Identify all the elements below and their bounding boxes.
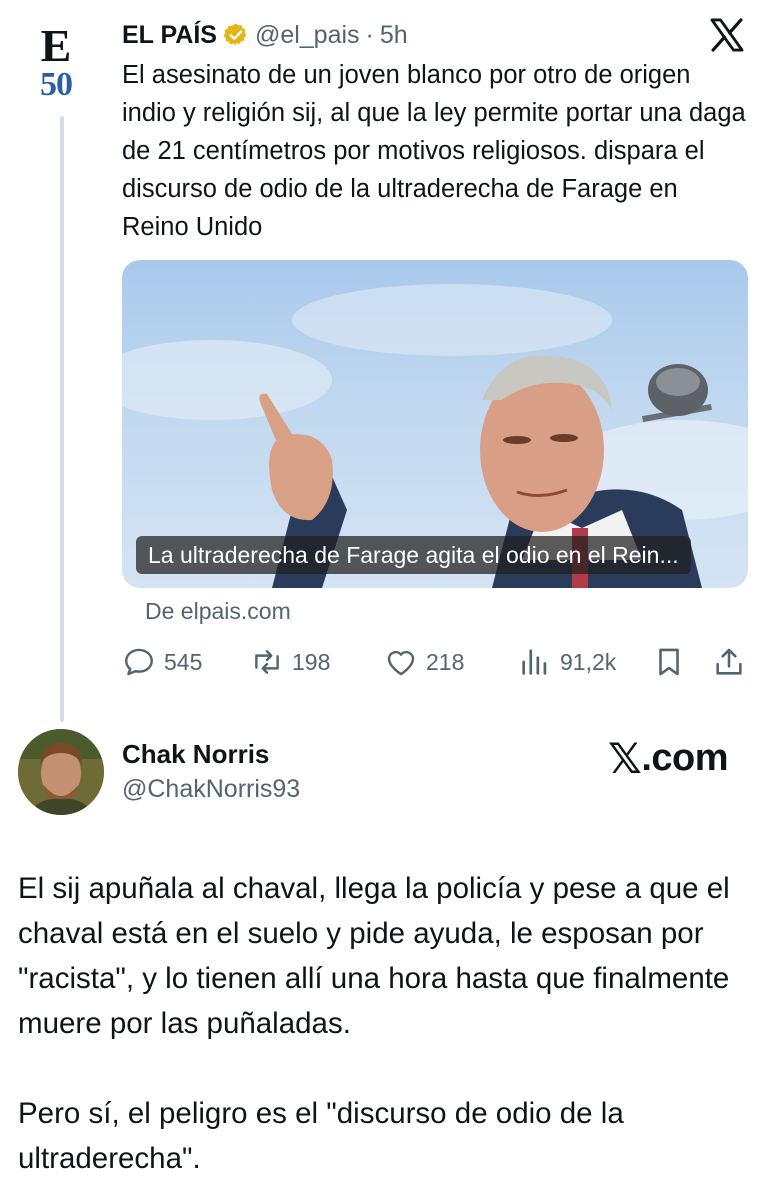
- el-pais-logo[interactable]: E 50: [18, 20, 94, 103]
- link-card[interactable]: La ultraderecha de Farage agita el odio …: [122, 260, 748, 588]
- verified-badge-icon: [223, 23, 247, 46]
- card-source[interactable]: De elpais.com: [145, 598, 291, 625]
- author-handle[interactable]: @el_pais: [255, 21, 360, 50]
- bookmark-icon: [659, 648, 679, 676]
- bookmark-button[interactable]: [652, 640, 686, 684]
- like-count: 218: [426, 648, 465, 675]
- tweet-paragraph: El sij apuñala al chaval, llega la polic…: [18, 872, 730, 1040]
- author-name[interactable]: EL PAÍS: [122, 21, 217, 50]
- repost-count: 198: [292, 648, 331, 675]
- tweet-time[interactable]: 5h: [380, 21, 408, 50]
- avatar-image: [18, 729, 104, 815]
- author-name[interactable]: Chak Norris: [122, 739, 269, 770]
- x-com-badge: 𝕏 .com: [608, 734, 729, 783]
- repost-button[interactable]: 198: [250, 640, 330, 684]
- share-button[interactable]: [712, 640, 746, 684]
- meta-separator: ·: [365, 20, 374, 49]
- action-bar: 545 198 218 91,2k: [122, 640, 748, 684]
- reply-icon: [125, 648, 153, 676]
- avatar[interactable]: [18, 729, 104, 815]
- tweet-body: El sij apuñala al chaval, llega la polic…: [18, 866, 758, 1181]
- x-com-label: .com: [641, 737, 729, 779]
- reply-count: 545: [164, 648, 203, 675]
- logo-number: 50: [40, 66, 73, 103]
- views-icon: [522, 649, 547, 675]
- views-button[interactable]: 91,2k: [518, 640, 616, 684]
- author-handle[interactable]: @ChakNorris93: [122, 775, 300, 804]
- card-caption: La ultraderecha de Farage agita el odio …: [136, 536, 691, 574]
- reply-button[interactable]: 545: [122, 640, 202, 684]
- share-icon: [716, 648, 742, 675]
- tweet-text: El asesinato de un joven blanco por otro…: [122, 61, 746, 241]
- logo-letter: E: [40, 20, 72, 71]
- views-count: 91,2k: [560, 648, 617, 675]
- like-button[interactable]: 218: [384, 640, 464, 684]
- quoted-tweet-header: EL PAÍS @el_pais · 5h: [122, 18, 408, 52]
- x-logo-icon[interactable]: [708, 16, 746, 54]
- tweet-paragraph: Pero sí, el peligro es el "discurso de o…: [18, 1097, 624, 1175]
- heart-icon: [387, 650, 415, 676]
- thread-line: [60, 116, 64, 722]
- x-logo-icon: 𝕏: [608, 734, 642, 783]
- repost-icon: [255, 650, 279, 674]
